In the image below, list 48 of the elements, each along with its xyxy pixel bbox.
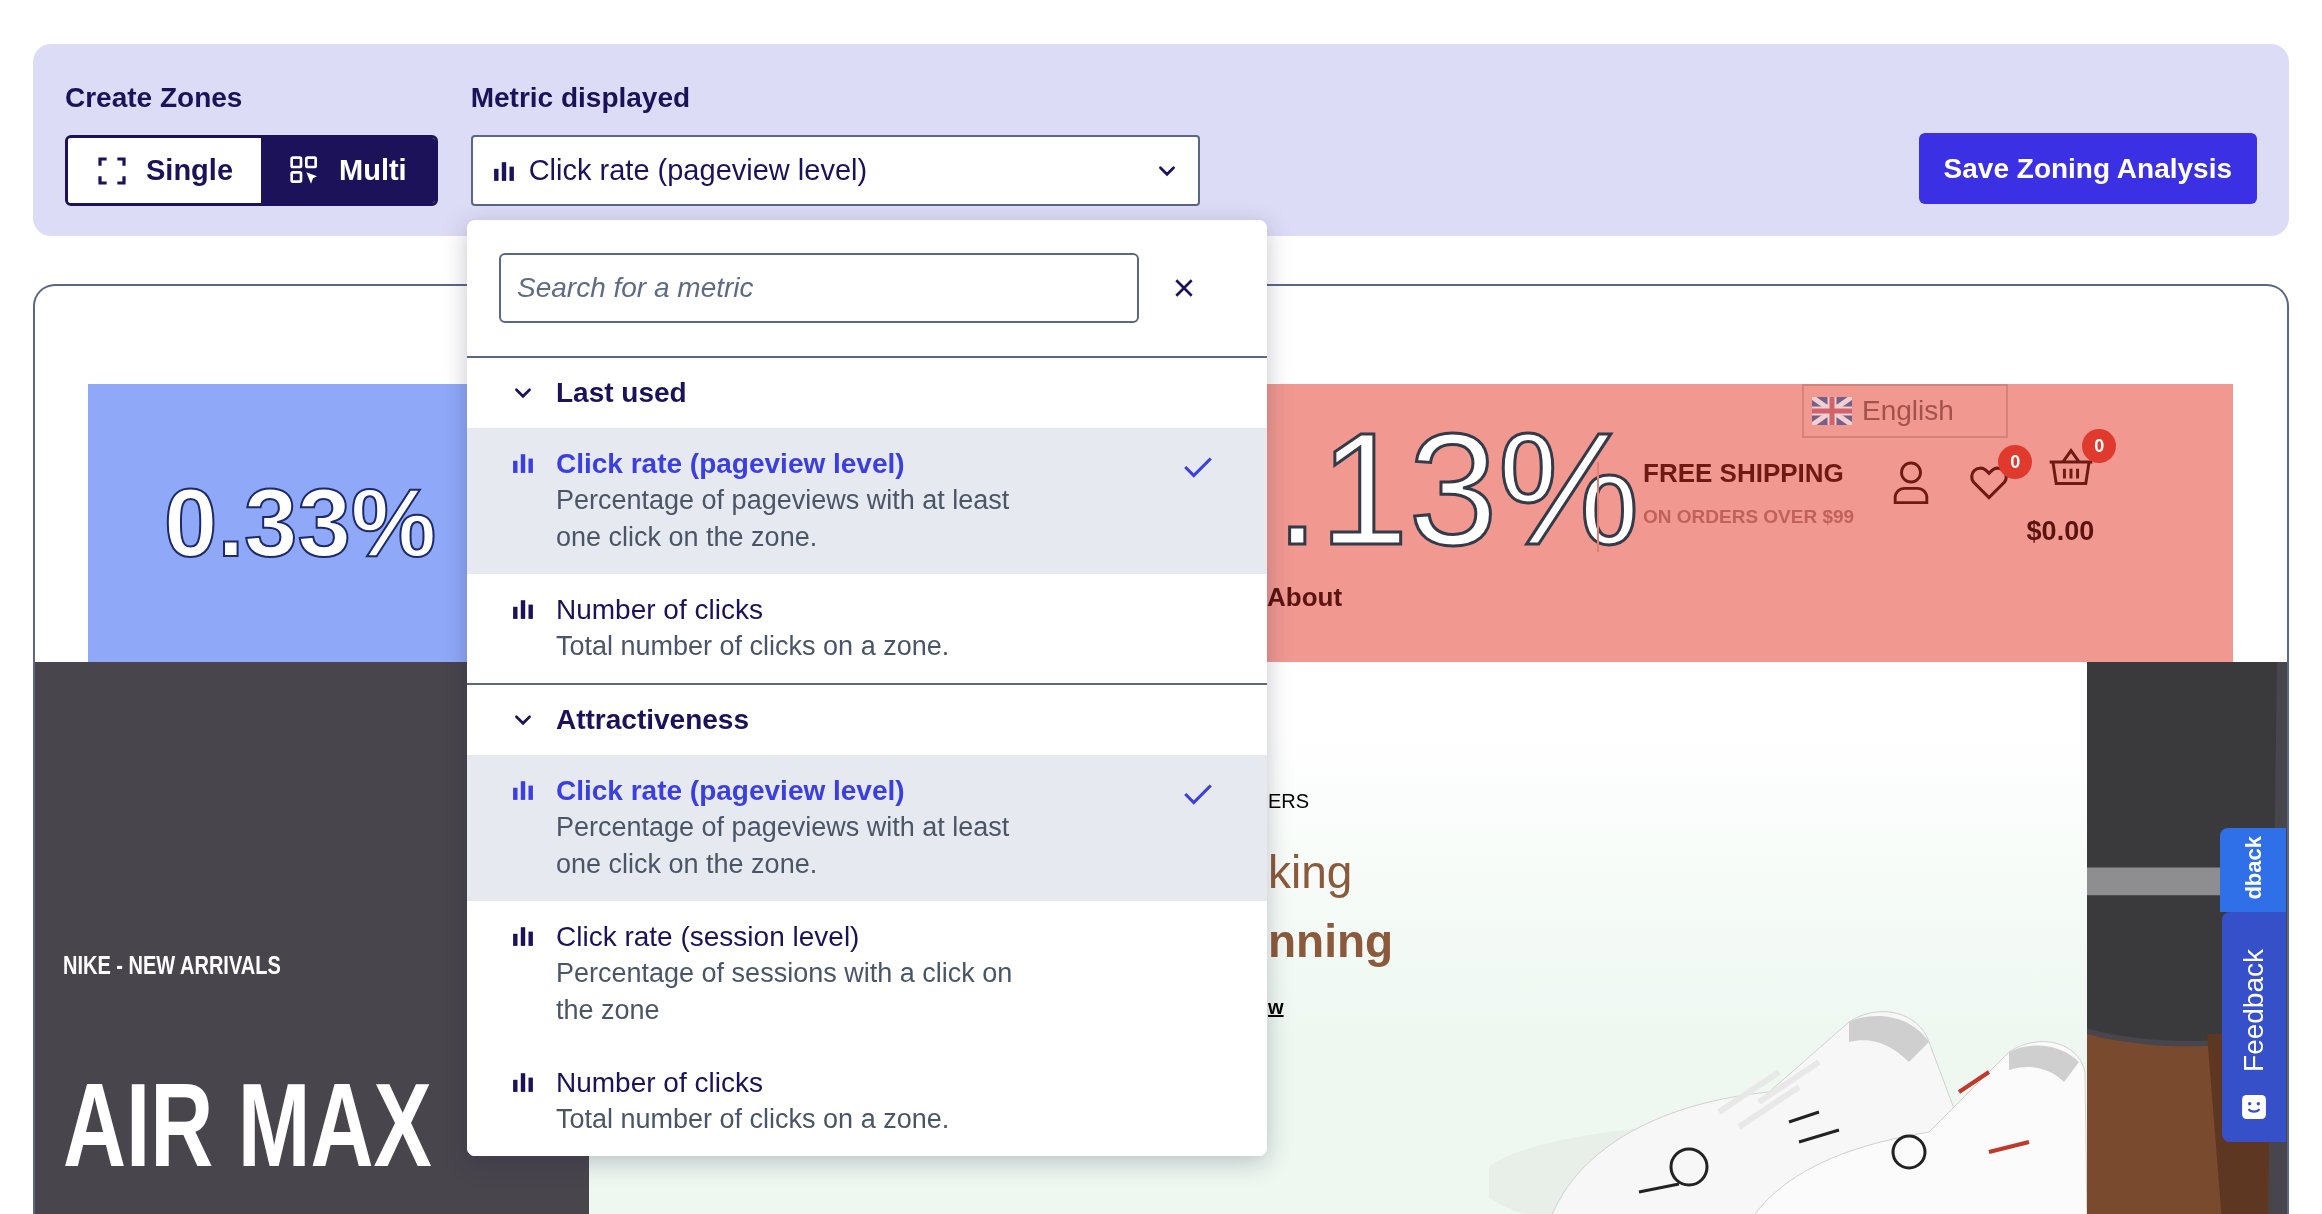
about-link[interactable]: About [1267,578,1343,617]
count-badge: 0 [2082,429,2117,463]
option-description: Total number of clicks on a zone. [556,1103,951,1136]
option-description: Total number of clicks on a zone. [556,630,951,663]
metric-option[interactable]: Number of clicks Total number of clicks on a zone. [467,1047,1267,1156]
option-title: Number of clicks [556,1066,764,1100]
flag-icon [1812,397,1852,425]
bar-chart-icon [512,598,534,620]
zone-mode-tab[interactable]: Multi [261,138,435,203]
option-description: Percentage of pageviews with at least one click on the zone. [556,484,1011,554]
metric-option[interactable]: Click rate (session level) Percentage of sessions with a click on the zone [467,901,1267,1047]
metric-option[interactable]: Click rate (pageview level) Percentage of pageviews with at least one click on the zone. [467,428,1267,574]
zone-mode-tab[interactable]: Single [68,138,261,203]
frame-corners-icon [96,154,128,187]
zone-metric-value: 0.33% [163,468,438,578]
metric-option[interactable]: Number of clicks Total number of clicks on a zone. [467,574,1267,683]
banner-headline: AIR MAX [63,1064,432,1185]
shop-link[interactable]: w [1268,992,1284,1022]
create-zones-label: Create Zones [65,81,244,115]
metric-dropdown[interactable]: Click rate (pageview level) [470,135,1200,206]
group-header[interactable]: Last used [467,358,1267,428]
metric-label: Metric displayed [470,81,692,115]
hero-heading-line: nning [1268,914,1394,969]
option-title: Click rate (pageview level) [556,774,906,808]
metric-option[interactable]: Click rate (pageview level) Percentage of pageviews with at least one click on the zone. [467,755,1267,901]
free-shipping-title: FREE SHIPPING [1643,457,1845,490]
search-field[interactable]: Search for a metric [499,253,1139,323]
bar-chart-icon [512,925,534,947]
option-title: Number of clicks [556,593,764,627]
group-header[interactable]: Attractiveness [467,685,1267,755]
cart-total: $0.00 [2026,515,2095,548]
save-button[interactable]: Save Zoning Analysis [1918,133,2257,204]
hero-eyebrow: ERS [1268,789,1310,814]
count-badge: 0 [1998,445,2033,479]
banner-eyebrow: NIKE - NEW ARRIVALS [63,950,282,981]
user-icon[interactable] [1892,459,1931,505]
bar-chart-icon [512,1071,534,1093]
zone-metric-value: .13% [1274,398,1641,580]
basket-icon[interactable] [2048,447,2095,487]
bar-chart-icon [492,159,515,182]
bar-chart-icon [512,452,534,474]
option-title: Click rate (pageview level) [556,447,906,481]
bar-chart-icon [512,779,534,801]
option-title: Click rate (session level) [556,920,861,954]
option-description: Percentage of sessions with a click on the zone [556,957,1014,1027]
hero-heading-line: king [1268,845,1353,900]
close-icon[interactable] [1173,277,1195,299]
option-description: Percentage of pageviews with at least one click on the zone. [556,811,1011,881]
